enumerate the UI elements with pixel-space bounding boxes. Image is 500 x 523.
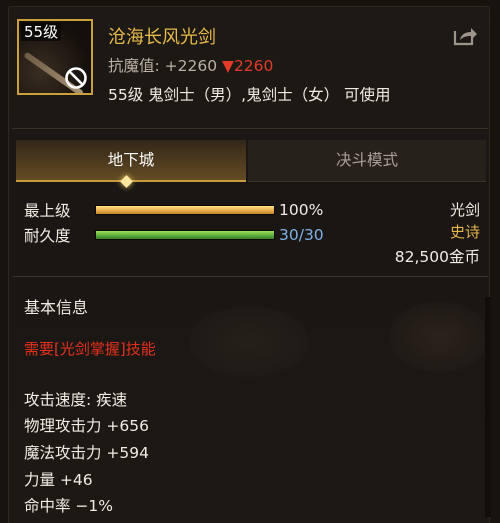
share-export-icon[interactable] bbox=[452, 25, 478, 47]
stat-decrease-icon: ▼ bbox=[222, 57, 234, 75]
skill-requirement: 需要[光剑掌握]技能 bbox=[24, 340, 156, 358]
attribute-line: 力量 +46 bbox=[24, 471, 93, 489]
anti-magic-stat-text: 抗魔值: +2260 bbox=[108, 57, 223, 75]
stat-decrease-value: 2260 bbox=[233, 57, 274, 75]
background-decoration bbox=[389, 302, 489, 372]
sell-price: 82,500金币 bbox=[394, 248, 480, 266]
attribute-line: 物理攻击力 +656 bbox=[24, 417, 149, 435]
prohibited-icon bbox=[65, 67, 87, 89]
durability-bar-fill bbox=[96, 231, 274, 239]
durability-bar bbox=[95, 230, 275, 240]
attribute-line: 魔法攻击力 +594 bbox=[24, 444, 149, 462]
mode-tabs: 地下城 决斗模式 bbox=[16, 140, 486, 182]
grade-value: 100% bbox=[279, 201, 324, 219]
attribute-line: 命中率 −1% bbox=[24, 497, 114, 515]
tab-dungeon[interactable]: 地下城 bbox=[16, 140, 246, 182]
durability-label: 耐久度 bbox=[24, 227, 71, 245]
background-decoration bbox=[189, 307, 309, 377]
usable-classes: 55级 鬼剑士（男）,鬼剑士（女） 可使用 bbox=[108, 86, 391, 104]
rarity-label: 史诗 bbox=[449, 223, 480, 241]
divider bbox=[12, 276, 488, 277]
weapon-type: 光剑 bbox=[449, 201, 480, 219]
item-level-badge: 55级 bbox=[21, 23, 62, 41]
divider bbox=[12, 128, 488, 129]
item-name: 沧海长风光剑 bbox=[108, 27, 216, 48]
grade-bar bbox=[95, 205, 275, 215]
anti-magic-stat: 抗魔值: +2260 ▼2260 bbox=[108, 54, 273, 76]
tab-duel-mode[interactable]: 决斗模式 bbox=[248, 140, 486, 182]
grade-bar-fill bbox=[96, 206, 274, 214]
attribute-line: 攻击速度: 疾速 bbox=[24, 391, 128, 409]
grade-label: 最上级 bbox=[24, 202, 71, 220]
lightsaber-item-icon[interactable]: 55级 bbox=[17, 19, 93, 95]
basic-info-title: 基本信息 bbox=[24, 298, 89, 317]
scrollbar[interactable] bbox=[485, 297, 491, 517]
durability-value: 30/30 bbox=[279, 226, 324, 244]
